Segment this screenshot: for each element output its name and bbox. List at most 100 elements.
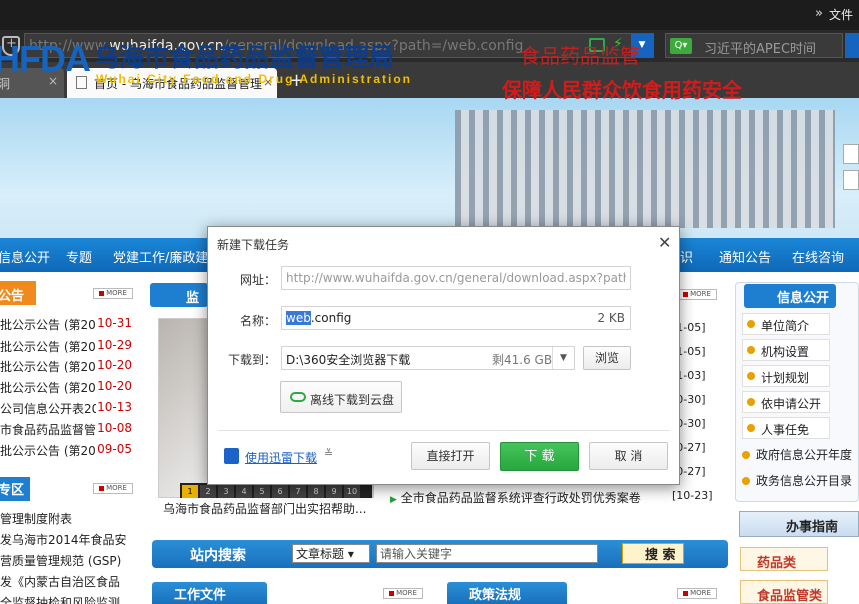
offline-cloud-button[interactable]: 离线下载到云盘 <box>280 381 402 413</box>
pager-item[interactable]: 9 <box>326 485 342 498</box>
item-date: 10-08 <box>96 421 132 435</box>
site-logo[interactable]: HFDA <box>0 38 91 84</box>
pager-item[interactable]: 2 <box>200 485 216 498</box>
guide-item[interactable]: 食品监管类 <box>740 580 828 604</box>
list-item[interactable]: 公司信息公开表2014 10-13 <box>0 400 132 417</box>
photo-caption[interactable]: 乌海市食品药品监督部门出实招帮助... <box>163 500 373 517</box>
nav-item[interactable]: 在线咨询 <box>792 247 844 266</box>
supervision-header: 监 <box>150 283 208 307</box>
list-item[interactable]: 市食品药品监督管理 10-08 <box>0 421 132 438</box>
use-thunder-link[interactable]: 使用迅雷下载 <box>245 449 317 466</box>
download-url-field[interactable]: http://www.wuhaifda.gov.cn/general/downl… <box>281 266 631 290</box>
info-item-label: 依申请公开 <box>761 397 822 411</box>
info-item[interactable]: 依申请公开 <box>742 391 830 413</box>
save-path-value: D:\360安全浏览器下载 <box>286 353 411 367</box>
section-title: 监 <box>186 291 200 306</box>
file-menu[interactable]: 文件 <box>829 6 853 23</box>
nav-item[interactable]: 通知公告 <box>719 247 771 266</box>
nav-item[interactable]: 识 <box>680 247 693 266</box>
dialog-title: 新建下载任务 <box>217 238 290 252</box>
site-name-en: Wuhai City Food and Drug Administration <box>96 72 412 86</box>
list-item[interactable]: 批公示公告 (第201 10-31 <box>0 316 132 333</box>
item-text: 批公示公告 (第201 <box>0 318 104 332</box>
nav-item[interactable]: 信息公开 <box>0 247 50 266</box>
site-search-button[interactable]: 搜 索 <box>622 543 684 564</box>
list-item[interactable]: 管理制度附表 <box>0 510 132 527</box>
building-image <box>455 110 835 228</box>
nav-item[interactable]: 专题 <box>66 247 92 266</box>
item-date: 09-05 <box>96 442 132 456</box>
pager-item[interactable]: 4 <box>236 485 252 498</box>
arrow-icon: ▶ <box>390 495 397 505</box>
info-item[interactable]: 政府信息公开年度 <box>742 446 852 463</box>
bullet-icon <box>747 372 755 380</box>
section-title: 工作文件 <box>174 588 227 603</box>
site-search-bar: 站内搜索 文章标题 ▾ 请输入关键字 搜 索 <box>152 540 728 568</box>
more-button[interactable]: MORE <box>677 289 717 300</box>
chevron-down-icon[interactable]: ▼ <box>552 347 574 369</box>
pager-item[interactable]: 1 <box>182 485 198 498</box>
info-item[interactable]: 人事任免 <box>742 417 830 439</box>
bookmark-icon[interactable] <box>843 170 859 190</box>
download-button[interactable]: 下 载 <box>500 442 579 471</box>
list-item[interactable]: 批公示公告 (第201 10-20 <box>0 358 132 375</box>
info-item[interactable]: 政务信息公开目录 <box>742 472 852 489</box>
news-item[interactable]: ▶ 全市食品药品监督系统评查行政处罚优秀案卷 <box>390 489 641 506</box>
item-date: 10-20 <box>96 379 132 393</box>
open-directly-button[interactable]: 直接打开 <box>411 442 490 470</box>
browse-button[interactable]: 浏览 <box>583 346 631 370</box>
bullet-icon <box>747 424 755 432</box>
more-button[interactable]: MORE <box>93 483 133 494</box>
home-icon[interactable] <box>843 144 859 164</box>
pager-item[interactable]: 8 <box>308 485 324 498</box>
thunder-icon <box>224 448 239 464</box>
news-date: [10-23] <box>672 489 713 502</box>
search-engine-icon[interactable]: Q▾ <box>670 38 692 54</box>
guide-item[interactable]: 药品类 <box>740 547 828 571</box>
filename-input[interactable]: web.config 2 KB <box>281 306 631 330</box>
info-item[interactable]: 单位简介 <box>742 313 830 335</box>
list-item[interactable]: 发乌海市2014年食品安 <box>0 531 132 548</box>
news-title: 全市食品药品监督系统评查行政处罚优秀案卷 <box>400 491 641 505</box>
nav-item[interactable]: 党建工作/廉政建设 <box>113 247 221 266</box>
browser-search-input[interactable]: Q▾ 习近平的APEC时间 <box>665 33 843 58</box>
search-field-select[interactable]: 文章标题 ▾ <box>292 544 370 563</box>
download-url-value: http://www.wuhaifda.gov.cn/general/downl… <box>286 271 626 285</box>
browser-search-button[interactable] <box>845 33 859 58</box>
list-item[interactable]: 全监督抽检和风险监测 <box>0 594 132 604</box>
pager-item[interactable]: 10 <box>344 485 360 498</box>
info-item-label: 计划规划 <box>761 371 810 385</box>
notice-title: 公告 <box>0 289 25 304</box>
item-text: 批公示公告 (第201 <box>0 444 104 458</box>
item-text: 批公示公告 (第201 <box>0 360 104 374</box>
more-button[interactable]: MORE <box>677 588 717 599</box>
site-search-input[interactable]: 请输入关键字 <box>376 544 598 563</box>
guide-title: 办事指南 <box>786 520 839 535</box>
list-item[interactable]: 批公示公告 (第201 10-29 <box>0 338 132 355</box>
site-name-cn: 乌海市食品药品监督管理局 <box>94 43 395 72</box>
bullet-icon <box>747 346 755 354</box>
item-text: 批公示公告 (第201 <box>0 340 104 354</box>
save-path-select[interactable]: D:\360安全浏览器下载 剩41.6 GB ▼ <box>281 346 575 370</box>
pager-item[interactable]: 3 <box>218 485 234 498</box>
more-button[interactable]: MORE <box>93 288 133 299</box>
list-item[interactable]: 营质量管理规范 (GSP) <box>0 552 132 569</box>
more-button[interactable]: MORE <box>383 588 423 599</box>
info-item[interactable]: 机构设置 <box>742 339 830 361</box>
pager-item[interactable]: 6 <box>272 485 288 498</box>
chevron-down-icon[interactable]: ≚ <box>324 447 333 460</box>
file-size: 2 KB <box>597 311 625 325</box>
close-icon[interactable]: ✕ <box>658 233 671 252</box>
slogan-2: 保障人民群众饮食用药安全 <box>502 78 742 102</box>
list-item[interactable]: 批公示公告 (第201 09-05 <box>0 442 132 459</box>
list-item[interactable]: 发《内蒙古自治区食品 <box>0 573 132 590</box>
cancel-button[interactable]: 取 消 <box>589 442 668 470</box>
bullet-icon <box>742 477 750 485</box>
info-item[interactable]: 计划规划 <box>742 365 830 387</box>
slogan-1: 食品药品监管 <box>520 44 640 68</box>
pager-item[interactable]: 5 <box>254 485 270 498</box>
chevron-right-icon[interactable]: » <box>815 6 823 21</box>
pager-item[interactable]: 7 <box>290 485 306 498</box>
list-item[interactable]: 批公示公告 (第201 10-20 <box>0 379 132 396</box>
cloud-icon <box>290 392 306 402</box>
